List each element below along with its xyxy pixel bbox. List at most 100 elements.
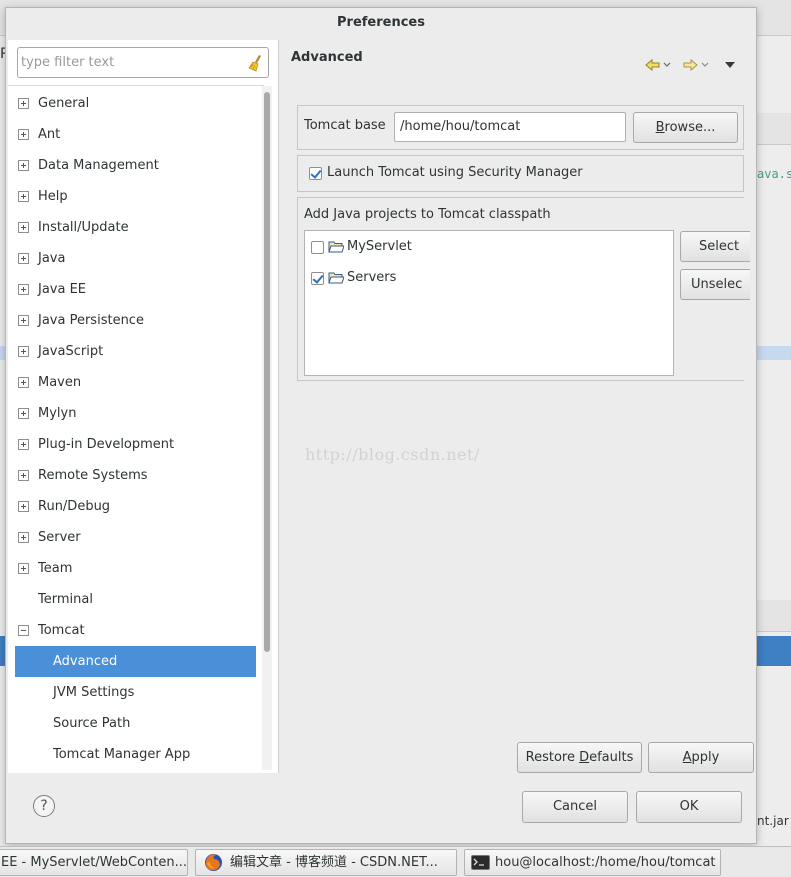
tree-item-install-update[interactable]: Install/Update [8,212,264,243]
tree-item-label: Advanced [53,654,118,669]
taskbar-item-firefox[interactable]: 编辑文章 - 博客频道 - CSDN.NET... [195,849,457,876]
browse-button[interactable]: Browse... [633,112,738,143]
expand-plus-icon[interactable] [18,222,29,233]
tree-item-maven[interactable]: Maven [8,367,264,398]
tree-item-run-debug[interactable]: Run/Debug [8,491,264,522]
browse-mnemonic: B [655,120,665,135]
filter-box [17,47,269,78]
project-name: MyServlet [347,239,412,254]
tree-item-remote-systems[interactable]: Remote Systems [8,460,264,491]
security-manager-checkbox[interactable] [309,167,322,180]
project-row-myservlet[interactable]: MyServlet [305,231,673,262]
filter-input[interactable] [21,51,241,74]
unselect-all-button[interactable]: Unselec [680,269,750,300]
expand-plus-icon[interactable] [18,470,29,481]
tree-item-java[interactable]: Java [8,243,264,274]
expand-plus-icon[interactable] [18,315,29,326]
restore-label-part1: Restore [525,750,580,765]
tree-item-label: Ant [38,127,61,142]
tree-item-jvm-settings[interactable]: JVM Settings [8,677,264,708]
tomcat-base-field[interactable]: /home/hou/tomcat [394,112,626,142]
tree-item-label: Help [38,189,68,204]
tree-item-label: Install/Update [38,220,129,235]
tree-item-label: Server [38,530,81,545]
expand-plus-icon[interactable] [18,253,29,264]
tree-item-help[interactable]: Help [8,181,264,212]
tree-item-java-persistence[interactable]: Java Persistence [8,305,264,336]
project-checkbox[interactable] [311,272,324,285]
terminal-icon [471,855,490,870]
restore-defaults-button[interactable]: Restore Defaults [517,742,642,773]
expand-plus-icon[interactable] [18,191,29,202]
tree-item-server[interactable]: Server [8,522,264,553]
tree-scrollbar-thumb[interactable] [264,92,270,652]
tree-item-tomcat[interactable]: Tomcat [8,615,264,646]
project-checkbox[interactable] [311,241,324,254]
preferences-tree-pane: General Ant Data Management Help Install/Upd… [8,40,279,773]
tree-item-data-management[interactable]: Data Management [8,150,264,181]
tree-item-label: Run/Debug [38,499,111,514]
tree-item-java-ee[interactable]: Java EE [8,274,264,305]
forward-arrow-icon[interactable] [683,57,709,73]
project-list: MyServlet Servers [304,230,674,376]
taskbar-item-terminal[interactable]: hou@localhost:/home/hou/tomcat [464,849,721,876]
help-icon[interactable]: ? [33,795,55,817]
tree-item-advanced[interactable]: Advanced [15,646,256,677]
security-manager-label[interactable]: Launch Tomcat using Security Manager [327,165,583,180]
security-manager-group: Launch Tomcat using Security Manager [297,155,744,192]
expand-plus-icon[interactable] [18,377,29,388]
tree-item-label: JVM Settings [53,685,135,700]
browse-label-rest: rowse... [664,120,716,135]
expand-plus-icon[interactable] [18,346,29,357]
project-folder-icon [328,241,344,253]
view-menu-chevron-down-icon[interactable] [724,60,736,70]
tree-scrollbar[interactable] [262,86,272,770]
background-code-fragment: ava.s [757,167,791,181]
taskbar-item-terminal-label: hou@localhost:/home/hou/tomcat [495,855,716,870]
background-jar-fragment: nt.jar [757,814,789,828]
expand-plus-icon[interactable] [18,408,29,419]
tree-item-javascript[interactable]: JavaScript [8,336,264,367]
project-folder-icon [328,272,344,284]
tree-item-label: General [38,96,90,111]
expand-plus-icon[interactable] [18,284,29,295]
tree-item-tomcat-manager-app[interactable]: Tomcat Manager App [8,739,264,770]
tree-item-label: Java EE [38,282,87,297]
expand-plus-icon[interactable] [18,129,29,140]
classpath-label: Add Java projects to Tomcat classpath [304,207,551,222]
tree-item-label: Data Management [38,158,159,173]
expand-plus-icon[interactable] [18,98,29,109]
tree-item-ant[interactable]: Ant [8,119,264,150]
expand-plus-icon[interactable] [18,439,29,450]
preference-page: Advanced Tomcat base /home/hou/tomcat Br… [281,40,756,773]
tree-item-general[interactable]: General [8,88,264,119]
tree-item-label: Terminal [38,592,93,607]
classpath-group: Add Java projects to Tomcat classpath My… [297,197,750,381]
cancel-button[interactable]: Cancel [522,791,628,823]
taskbar-item-eclipse[interactable]: EE - MyServlet/WebConten... [0,849,188,876]
ok-button[interactable]: OK [636,791,742,823]
expand-plus-icon[interactable] [18,501,29,512]
taskbar-item-firefox-label: 编辑文章 - 博客频道 - CSDN.NET... [230,855,438,870]
tree-item-source-path[interactable]: Source Path [8,708,264,739]
watermark: http://blog.csdn.net/ [305,445,480,464]
collapse-minus-icon[interactable] [18,625,29,636]
expand-plus-icon[interactable] [18,563,29,574]
tree-item-team[interactable]: Team [8,553,264,584]
back-arrow-icon[interactable] [645,57,671,73]
expand-plus-icon[interactable] [18,532,29,543]
project-row-servers[interactable]: Servers [305,262,673,293]
select-all-button[interactable]: Select [680,231,750,262]
project-name: Servers [347,270,397,285]
apply-button[interactable]: Apply [648,742,754,773]
clear-filter-icon[interactable] [248,54,264,72]
preferences-dialog: Preferences General Ant Data Management Hel… [5,7,757,844]
tree-item-label: Team [38,561,73,576]
preferences-tree: General Ant Data Management Help Install/Upd… [8,85,264,773]
tree-item-mylyn[interactable]: Mylyn [8,398,264,429]
expand-plus-icon[interactable] [18,160,29,171]
tree-item-terminal[interactable]: Terminal [8,584,264,615]
restore-mnemonic: D [579,750,590,765]
tree-item-label: Plug-in Development [38,437,175,452]
tree-item-plug-in-development[interactable]: Plug-in Development [8,429,264,460]
